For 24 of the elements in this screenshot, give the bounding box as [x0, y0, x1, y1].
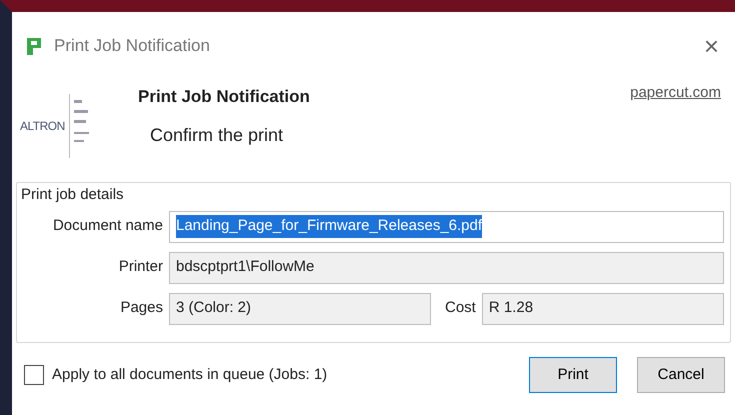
app-icon [26, 36, 44, 56]
window-title: Print Job Notification [54, 35, 210, 58]
field-value-text: 3 (Color: 2) [176, 298, 252, 318]
cancel-button[interactable]: Cancel [637, 356, 725, 393]
text-field[interactable]: 3 (Color: 2) [169, 292, 431, 324]
print-button[interactable]: Print [529, 356, 617, 393]
field-value-text: Landing_Page_for_Firmware_Releases_6.pdf [176, 215, 482, 238]
field-label: Pages [119, 298, 163, 318]
field-label: Cost [445, 298, 476, 318]
field-value-text: R 1.28 [488, 298, 534, 318]
field-label: Printer [118, 257, 163, 278]
close-button[interactable]: × [698, 33, 725, 59]
text-field[interactable]: bdscptprt1\FollowMe [169, 252, 724, 284]
website-link[interactable]: papercut.com [630, 82, 721, 176]
header-title: Print Job Notification [138, 86, 310, 108]
field-value-text: bdscptprt1\FollowMe [176, 257, 314, 278]
checkbox[interactable] [24, 364, 44, 385]
text-field[interactable]: R 1.28 [482, 292, 724, 324]
field-label: Document name [52, 216, 163, 236]
text-field[interactable]: Landing_Page_for_Firmware_Releases_6.pdf [169, 210, 724, 242]
group-legend: Print job details [21, 184, 124, 206]
logo-text: ALTRON [20, 118, 65, 135]
checkbox-label: Apply to all documents in queue (Jobs: 1) [52, 364, 328, 384]
header-subtitle: Confirm the print [150, 124, 284, 147]
